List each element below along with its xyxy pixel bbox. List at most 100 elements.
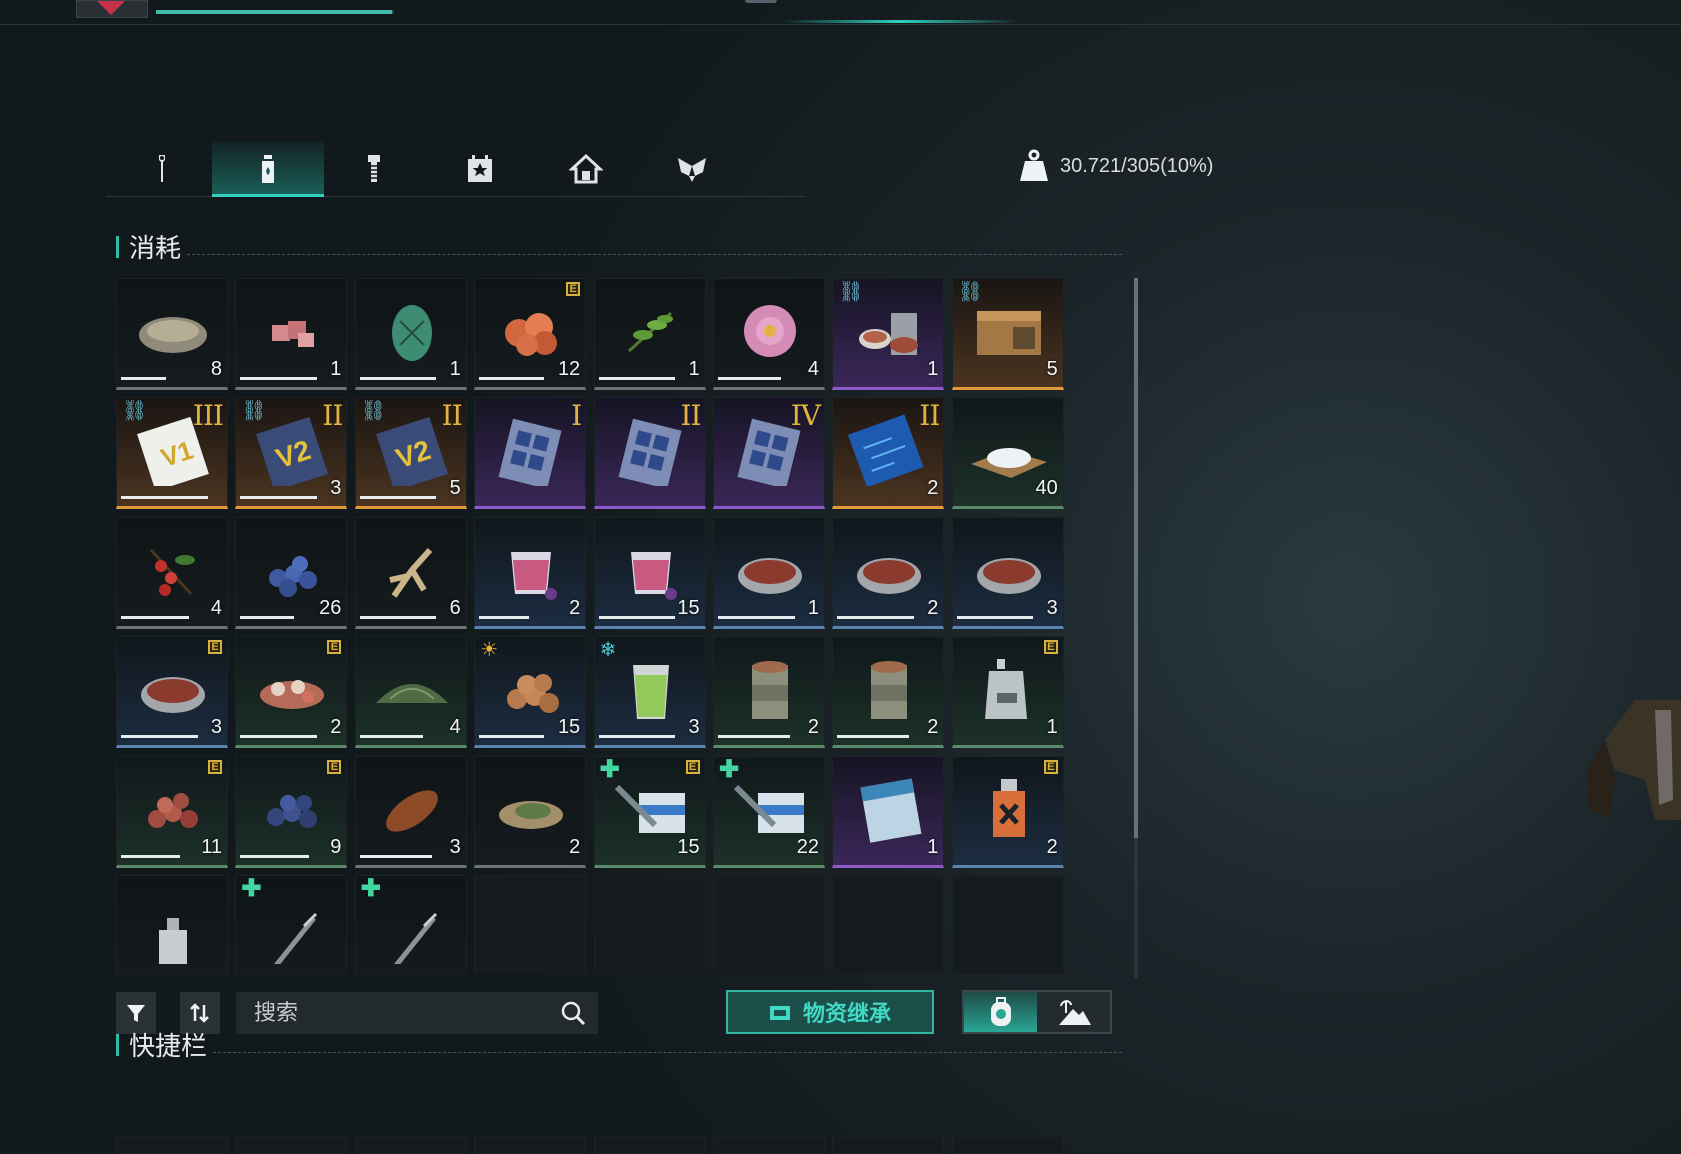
panel-handle[interactable] [745, 0, 777, 3]
inventory-slot[interactable]: 8 [116, 278, 228, 390]
tab-materials[interactable] [318, 142, 430, 196]
inventory-slot-empty[interactable] [713, 875, 825, 974]
berry-juice-icon [511, 551, 558, 600]
inventory-slot-empty[interactable] [474, 875, 587, 974]
inventory-slot[interactable]: 1 [235, 278, 348, 390]
search-input[interactable] [252, 999, 546, 1027]
inventory-slot-empty[interactable] [832, 875, 945, 974]
item-count: 3 [1046, 596, 1058, 619]
chip-pack-icon [498, 418, 562, 487]
category-tabs [106, 142, 806, 197]
spray-bottle-icon [159, 918, 187, 964]
durability-bar [359, 496, 437, 500]
item-count: 5 [449, 477, 461, 500]
durability-bar [837, 615, 914, 619]
item-count: 2 [927, 477, 939, 500]
pouch-icon [984, 659, 1027, 720]
inventory-slot[interactable]: I [474, 397, 587, 510]
potato-pile-icon [507, 674, 560, 714]
hotbar-slot[interactable] [354, 1136, 467, 1154]
item-count: 1 [927, 358, 939, 380]
tier-label: II [919, 399, 940, 433]
inventory-slot[interactable]: ✚ [235, 875, 348, 974]
inventory-slot[interactable]: 15 ☀ [474, 636, 587, 749]
inventory-slot-empty[interactable] [593, 875, 706, 974]
inventory-slot[interactable]: 2 [832, 516, 945, 629]
hotbar-slot[interactable] [951, 1136, 1064, 1154]
inventory-slot[interactable]: 15 E ✚ [593, 755, 706, 868]
inventory-slot[interactable]: 4 [354, 636, 467, 749]
inventory-slot[interactable]: 4 [713, 278, 825, 390]
roast-meat-icon [385, 789, 438, 832]
tab-tools[interactable] [106, 142, 218, 196]
inventory-slot[interactable]: 5 ⛓ [951, 278, 1064, 390]
item-count: 2 [1046, 835, 1058, 858]
durability-bar [718, 377, 781, 380]
inventory-slot[interactable]: 40 [951, 397, 1064, 510]
inventory-slot[interactable]: 1 [713, 516, 825, 629]
inventory-slot[interactable]: 9E [235, 755, 348, 868]
sun-icon: ☀ [480, 639, 499, 662]
item-count: 4 [807, 358, 819, 380]
inventory-slot[interactable]: 2 II [832, 397, 945, 510]
inventory-slot[interactable]: V1 III ⛓ [116, 397, 228, 510]
supply-inherit-label: 物资继承 [802, 1001, 891, 1026]
inventory-slot[interactable]: 2E [951, 755, 1064, 868]
character-model [1587, 700, 1681, 820]
inventory-slot[interactable]: 6 [354, 516, 467, 629]
berry-branch-icon [149, 548, 195, 596]
tab-tasks[interactable] [424, 142, 536, 196]
durability-bar [359, 377, 437, 380]
inventory-slot[interactable]: 2 [713, 636, 825, 749]
item-count: 15 [677, 835, 700, 858]
durability-bar [479, 615, 529, 619]
inventory-slot[interactable]: 11 E [116, 755, 228, 868]
inventory-slot[interactable]: 3 [951, 516, 1064, 629]
inventory-slot[interactable]: 1 [593, 278, 706, 390]
tab-building[interactable] [530, 142, 642, 196]
inventory-slot[interactable]: 4 [116, 516, 228, 629]
tab-special[interactable] [636, 142, 748, 196]
inventory-slot[interactable]: 2 [474, 755, 587, 868]
hotbar-slot[interactable] [474, 1136, 587, 1154]
inventory-slot-empty[interactable] [951, 875, 1064, 974]
inventory-slot[interactable]: ✚ [354, 875, 467, 974]
hotbar-slot[interactable] [593, 1136, 706, 1154]
inventory-slot[interactable]: V2 3 II ⛓ [235, 397, 348, 510]
inventory-slot[interactable]: 3 ❄ [593, 636, 706, 749]
item-count: 4 [449, 716, 461, 739]
inventory-slot[interactable]: V2 5 II ⛓ [354, 397, 467, 510]
inventory-slot[interactable]: 15 [593, 516, 706, 629]
player-avatar[interactable] [76, 0, 148, 18]
hotbar-slot[interactable] [116, 1136, 228, 1154]
durability-bar [359, 854, 432, 858]
inventory-slot[interactable]: 2 [474, 516, 587, 629]
inventory-slot[interactable]: 3E [116, 636, 228, 749]
wrench-icon [159, 155, 165, 182]
scrollbar-thumb[interactable] [1134, 278, 1138, 838]
inventory-slot[interactable]: 1E [951, 636, 1064, 749]
inventory-slot[interactable]: 26 [235, 516, 348, 629]
inventory-slot[interactable] [116, 875, 228, 974]
tab-consumables[interactable] [212, 142, 324, 197]
durability-bar [240, 854, 309, 858]
inventory-slot[interactable]: 2E [235, 636, 348, 749]
item-count: 3 [688, 716, 700, 739]
inventory-slot[interactable]: 12 E [474, 278, 587, 390]
hotbar-slot[interactable] [713, 1136, 825, 1154]
hotbar-slot[interactable] [235, 1136, 348, 1154]
search-icon[interactable] [560, 1000, 586, 1026]
top-status-bar [0, 0, 1681, 25]
inventory-slot[interactable]: 2 [832, 636, 945, 749]
inventory-slot[interactable]: II [593, 397, 706, 510]
inventory-slot[interactable]: 1 [832, 755, 945, 868]
inventory-slot[interactable]: IV [713, 397, 825, 510]
wings-icon [678, 158, 706, 182]
hotbar-slot[interactable] [832, 1136, 945, 1154]
inventory-slot[interactable]: 3 [354, 755, 467, 868]
inventory-slot[interactable]: 1 ⛓ [832, 278, 945, 390]
meat-tin-icon [976, 557, 1041, 594]
inventory-slot[interactable]: 22 ✚ [713, 755, 825, 868]
inventory-scrollbar[interactable] [1134, 278, 1138, 978]
inventory-slot[interactable]: 1 [354, 278, 467, 390]
